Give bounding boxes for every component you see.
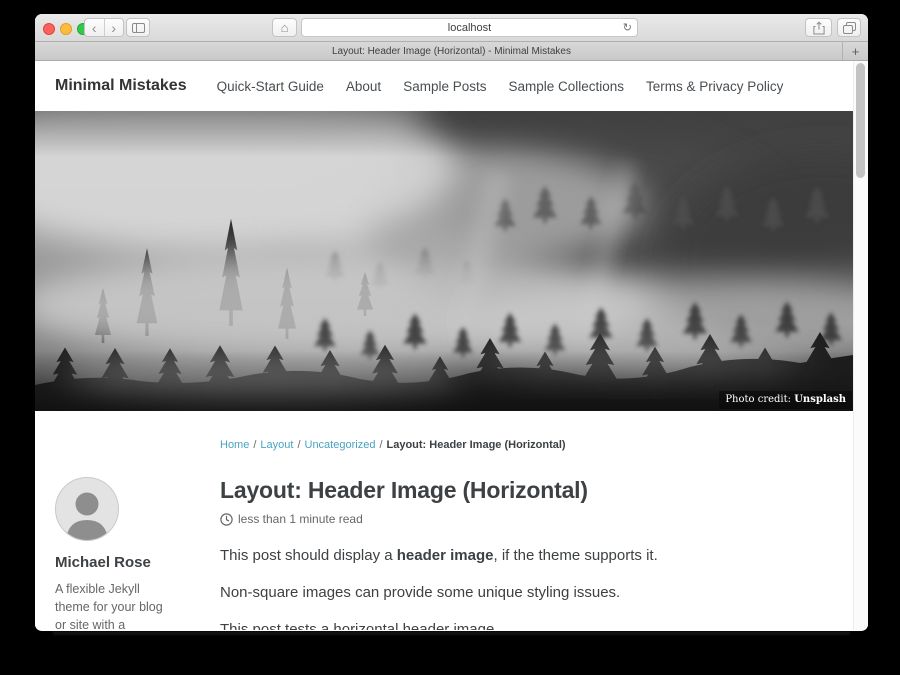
paragraph-3: This post tests a horizontal header imag… (220, 619, 765, 631)
scrollbar-thumb[interactable] (856, 63, 865, 178)
tab-bar: Layout: Header Image (Horizontal) - Mini… (35, 42, 868, 61)
clock-icon (220, 513, 233, 526)
active-tab[interactable]: Layout: Header Image (Horizontal) - Mini… (332, 46, 571, 57)
minimize-window-icon[interactable] (60, 23, 72, 35)
history-nav-group: ‹ › (84, 18, 124, 37)
page-viewport: Minimal Mistakes Quick-Start Guide About… (35, 61, 868, 630)
author-name: Michael Rose (55, 554, 200, 571)
sidebar-icon (132, 23, 145, 33)
traffic-lights (43, 23, 89, 35)
back-icon[interactable]: ‹ (85, 19, 105, 36)
nav-about[interactable]: About (346, 79, 381, 94)
page-content: Home/Layout/Uncategorized/Layout: Header… (35, 411, 868, 630)
share-button[interactable] (805, 18, 832, 37)
forward-icon[interactable]: › (105, 19, 124, 36)
site-masthead: Minimal Mistakes Quick-Start Guide About… (35, 61, 868, 111)
author-bio: A flexible Jekyll theme for your blog or… (55, 580, 175, 630)
reload-icon[interactable]: ↻ (623, 21, 632, 34)
nav-sample-collections[interactable]: Sample Collections (508, 79, 624, 94)
browser-toolbar: ‹ › ⌂ localhost ↻ (35, 14, 868, 42)
breadcrumb-separator: / (297, 439, 300, 451)
breadcrumb-layout[interactable]: Layout (260, 439, 293, 451)
page-title: Layout: Header Image (Horizontal) (220, 477, 765, 504)
breadcrumb-current: Layout: Header Image (Horizontal) (387, 439, 566, 451)
nav-terms-privacy[interactable]: Terms & Privacy Policy (646, 79, 783, 94)
foggy-forest-illustration (35, 111, 853, 411)
read-time-label: less than 1 minute read (238, 512, 363, 526)
nav-quick-start-guide[interactable]: Quick-Start Guide (217, 79, 324, 94)
paragraph-1: This post should display a header image,… (220, 545, 765, 567)
breadcrumb-separator: / (253, 439, 256, 451)
tab-overview-button[interactable] (837, 18, 861, 37)
sidebar-toggle-button[interactable] (126, 18, 150, 37)
nav-sample-posts[interactable]: Sample Posts (403, 79, 486, 94)
close-window-icon[interactable] (43, 23, 55, 35)
breadcrumb-home[interactable]: Home (220, 439, 249, 451)
avatar (55, 477, 119, 541)
share-icon (813, 21, 825, 35)
browser-window: ‹ › ⌂ localhost ↻ (35, 14, 868, 631)
site-title-link[interactable]: Minimal Mistakes (55, 77, 187, 95)
article: Layout: Header Image (Horizontal) less t… (220, 477, 765, 630)
photo-credit-source[interactable]: Unsplash (794, 394, 846, 405)
home-button[interactable]: ⌂ (272, 18, 297, 37)
site-nav: Quick-Start Guide About Sample Posts Sam… (217, 79, 784, 94)
new-tab-button[interactable]: + (842, 42, 868, 60)
breadcrumb: Home/Layout/Uncategorized/Layout: Header… (220, 439, 848, 451)
read-time: less than 1 minute read (220, 512, 765, 526)
photo-credit: Photo credit: Unsplash (719, 391, 852, 409)
tab-overview-icon (843, 22, 856, 34)
header-image-bold: header image (397, 547, 494, 564)
paragraph-2: Non-square images can provide some uniqu… (220, 582, 765, 604)
breadcrumb-uncategorized[interactable]: Uncategorized (305, 439, 376, 451)
home-icon: ⌂ (281, 20, 289, 35)
address-bar[interactable]: localhost ↻ (301, 18, 638, 37)
url-text: localhost (448, 22, 491, 34)
breadcrumb-separator: / (379, 439, 382, 451)
person-silhouette-icon (56, 478, 118, 540)
scrollbar-track[interactable] (853, 61, 868, 630)
header-image: Photo credit: Unsplash (35, 111, 853, 411)
author-sidebar: Michael Rose A flexible Jekyll theme for… (55, 477, 200, 630)
